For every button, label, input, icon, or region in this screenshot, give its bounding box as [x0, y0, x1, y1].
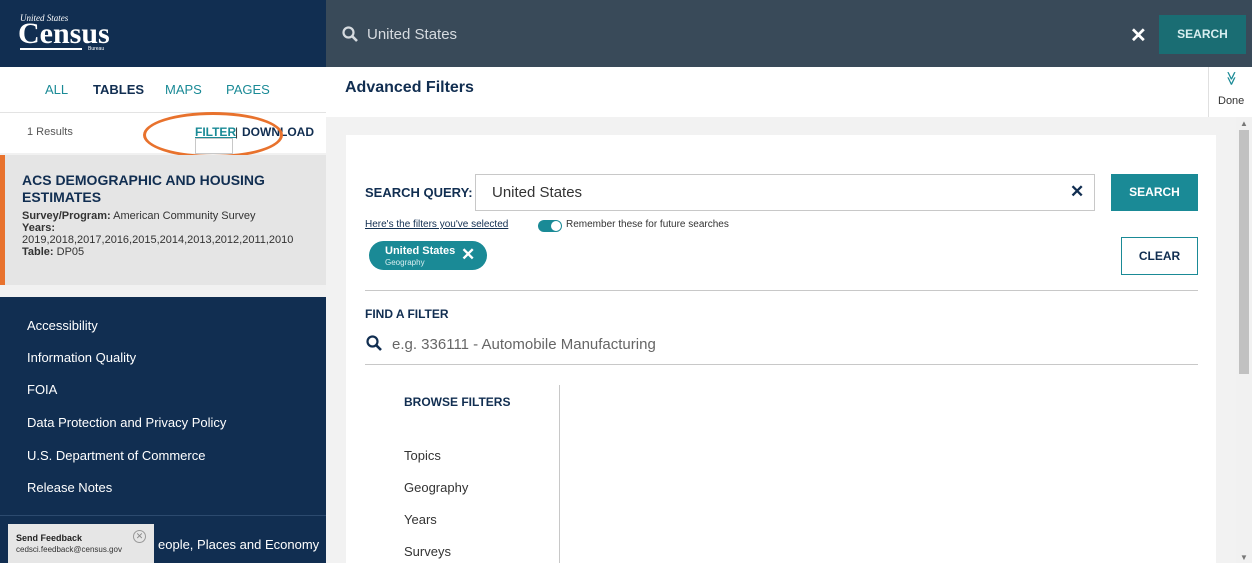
result-years-value: 2019,2018,2017,2016,2015,2014,2013,2012,… — [22, 234, 294, 246]
logo-bureau: Bureau — [88, 46, 105, 52]
result-survey: Survey/Program: American Community Surve… — [22, 210, 256, 222]
search-icon — [366, 335, 382, 351]
divider — [365, 364, 1198, 365]
result-years-label: Years: — [22, 222, 56, 234]
done-label[interactable]: Done — [1218, 95, 1244, 107]
nav-information-quality[interactable]: Information Quality — [27, 350, 136, 365]
nav-tagline[interactable]: eople, Places and Economy — [158, 537, 319, 552]
browse-filters-title: BROWSE FILTERS — [404, 395, 511, 409]
search-button[interactable]: SEARCH — [1111, 174, 1198, 211]
search-icon — [342, 26, 358, 42]
result-table: Table: DP05 — [22, 246, 84, 258]
close-icon[interactable]: ✕ — [1070, 182, 1084, 202]
logo-census[interactable]: Census — [18, 19, 110, 49]
toggle-knob — [551, 221, 561, 231]
close-icon[interactable]: ✕ — [1130, 23, 1147, 48]
page-title: Advanced Filters — [345, 79, 474, 96]
result-table-value: DP05 — [56, 246, 85, 258]
top-search-bar[interactable] — [326, 0, 1252, 67]
annotation-circle — [143, 112, 283, 158]
top-search-input[interactable]: United States — [367, 26, 457, 43]
tab-all[interactable]: ALL — [45, 82, 68, 97]
nav-commerce[interactable]: U.S. Department of Commerce — [27, 448, 205, 463]
nav-privacy-policy[interactable]: Data Protection and Privacy Policy — [27, 415, 226, 430]
logo-underline — [20, 48, 82, 50]
feedback-widget[interactable] — [8, 524, 154, 563]
find-filter-input[interactable]: e.g. 336111 - Automobile Manufacturing — [392, 336, 656, 353]
remember-label: Remember these for future searches — [566, 219, 729, 230]
scrollbar-thumb[interactable] — [1239, 130, 1249, 374]
chip-title: United States — [385, 245, 456, 257]
browse-divider — [559, 385, 560, 563]
scroll-down-arrow-icon[interactable]: ▼ — [1240, 553, 1248, 562]
scroll-up-arrow-icon[interactable]: ▲ — [1240, 119, 1248, 128]
results-count: 1 Results — [27, 126, 73, 138]
nav-divider — [0, 515, 326, 516]
clear-button[interactable]: CLEAR — [1121, 237, 1198, 275]
close-icon[interactable]: ✕ — [461, 245, 475, 265]
divider — [365, 290, 1198, 291]
close-icon[interactable]: ✕ — [133, 530, 146, 543]
search-query-value[interactable]: United States — [492, 184, 582, 201]
tab-maps[interactable]: MAPS — [165, 82, 202, 97]
chip-subtitle: Geography — [385, 258, 425, 267]
feedback-title[interactable]: Send Feedback — [16, 533, 82, 543]
find-filter-label: FIND A FILTER — [365, 307, 449, 321]
search-query-label: SEARCH QUERY: — [365, 185, 473, 200]
result-survey-value: American Community Survey — [113, 210, 256, 222]
feedback-email[interactable]: cedsci.feedback@census.gov — [16, 545, 122, 554]
chevron-double-down-icon[interactable]: ≫ — [1223, 71, 1240, 86]
nav-foia[interactable]: FOIA — [27, 382, 57, 397]
browse-item-years[interactable]: Years — [404, 512, 437, 527]
browse-item-topics[interactable]: Topics — [404, 448, 441, 463]
nav-accessibility[interactable]: Accessibility — [27, 318, 98, 333]
tab-pages[interactable]: PAGES — [226, 82, 270, 97]
result-table-label: Table: — [22, 246, 54, 258]
nav-release-notes[interactable]: Release Notes — [27, 480, 112, 495]
top-search-button[interactable]: SEARCH — [1159, 15, 1246, 54]
tab-tables[interactable]: TABLES — [93, 82, 144, 97]
selected-filters-text: Here's the filters you've selected — [365, 219, 509, 230]
browse-item-surveys[interactable]: Surveys — [404, 544, 451, 559]
browse-item-geography[interactable]: Geography — [404, 480, 468, 495]
result-survey-label: Survey/Program: — [22, 210, 111, 222]
result-title[interactable]: ACS DEMOGRAPHIC AND HOUSING ESTIMATES — [22, 172, 282, 206]
